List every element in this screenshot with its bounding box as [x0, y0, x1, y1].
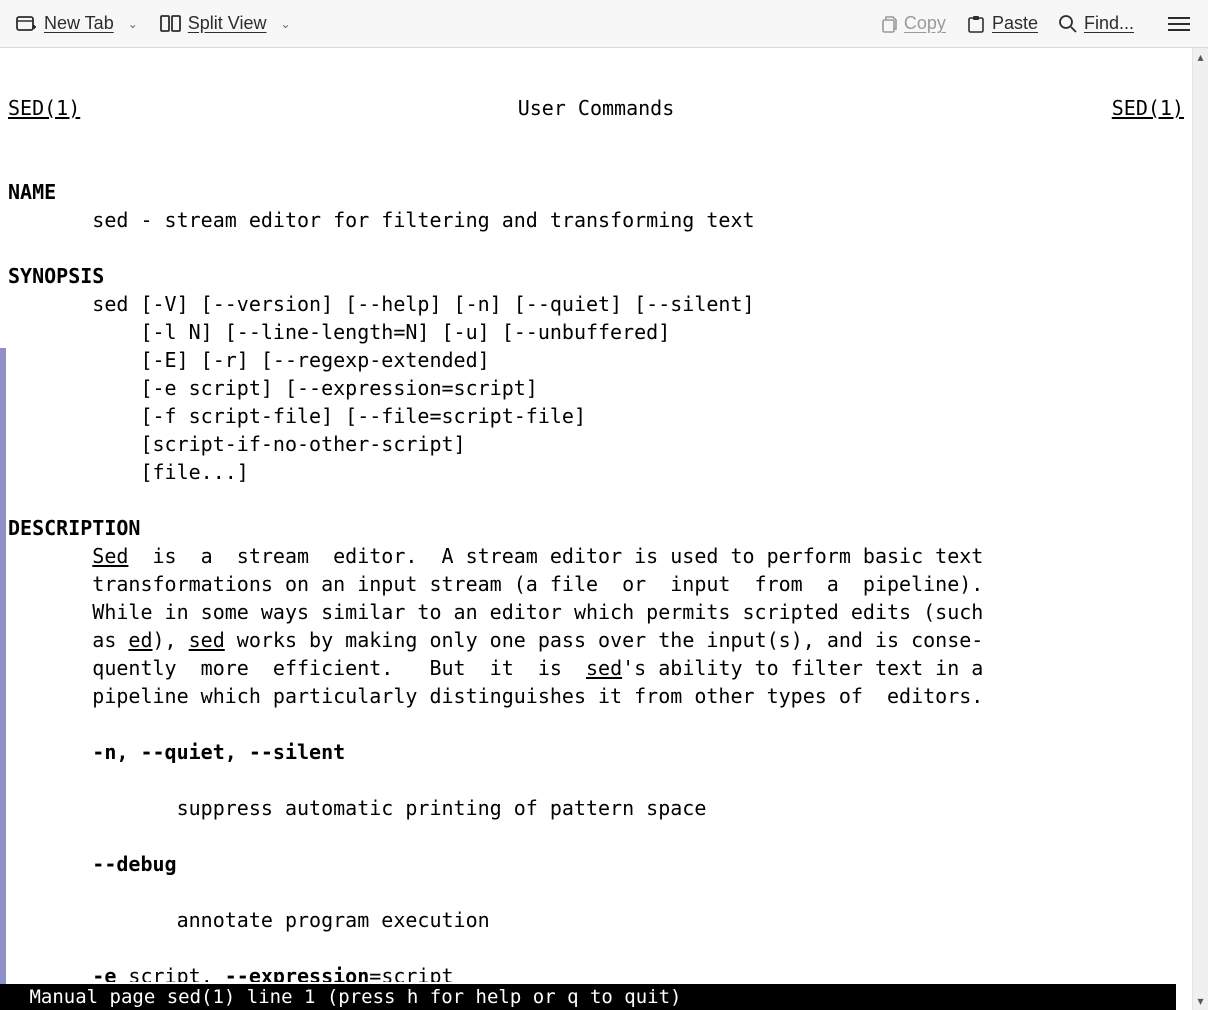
new-tab-icon	[16, 14, 38, 34]
option-flag: --debug	[92, 852, 176, 876]
desc-text: is a stream editor. A stream editor is u…	[128, 544, 983, 568]
desc-text: sed	[189, 628, 225, 652]
name-line: sed - stream editor for filtering and tr…	[92, 208, 754, 232]
option-flag: -n, --quiet, --silent	[92, 740, 345, 764]
desc-text: ),	[153, 628, 189, 652]
section-name: NAME	[8, 180, 56, 204]
paste-label: Paste	[992, 13, 1038, 34]
toolbar: New Tab ⌄ Split View ⌄ Copy Paste Find..…	[0, 0, 1208, 48]
pager-status: Manual page sed(1) line 1 (press h for h…	[0, 984, 1176, 1010]
paste-icon	[966, 14, 986, 34]
scrollbar[interactable]: ▴ ▾	[1192, 48, 1208, 1010]
desc-text: 's ability to filter text in a	[622, 656, 983, 680]
option-desc: suppress automatic printing of pattern s…	[177, 796, 707, 820]
hamburger-icon	[1168, 17, 1190, 19]
desc-text: Sed	[92, 544, 128, 568]
man-header-left: SED(1)	[8, 94, 80, 122]
synopsis-line: sed [-V] [--version] [--help] [-n] [--qu…	[92, 292, 754, 316]
copy-button[interactable]: Copy	[870, 9, 954, 38]
option-desc: annotate program execution	[177, 908, 490, 932]
copy-label: Copy	[904, 13, 946, 34]
man-header-right: SED(1)	[1112, 94, 1184, 122]
split-view-button[interactable]: Split View	[152, 9, 275, 38]
scroll-down-icon[interactable]: ▾	[1193, 992, 1208, 1010]
synopsis-line: [-e script] [--expression=script]	[92, 376, 538, 400]
synopsis-line: [file...]	[92, 460, 249, 484]
synopsis-line: [-E] [-r] [--regexp-extended]	[92, 348, 489, 372]
desc-text: ed	[128, 628, 152, 652]
new-tab-button[interactable]: New Tab	[8, 9, 122, 38]
split-view-label: Split View	[188, 13, 267, 34]
copy-icon	[878, 14, 898, 34]
desc-text: While in some ways similar to an editor …	[92, 600, 983, 624]
paste-button[interactable]: Paste	[958, 9, 1046, 38]
desc-text: transformations on an input stream (a fi…	[92, 572, 983, 596]
synopsis-line: [script-if-no-other-script]	[92, 432, 465, 456]
desc-text: quently more efficient. But it is	[92, 656, 586, 680]
desc-text: as	[92, 628, 128, 652]
new-tab-dropdown-icon[interactable]: ⌄	[128, 17, 138, 31]
man-page: SED(1)User CommandsSED(1) NAME sed - str…	[0, 48, 1192, 982]
synopsis-line: [-l N] [--line-length=N] [-u] [--unbuffe…	[92, 320, 670, 344]
split-view-icon	[160, 14, 182, 34]
search-icon	[1058, 14, 1078, 34]
scroll-up-icon[interactable]: ▴	[1193, 48, 1208, 66]
find-label: Find...	[1084, 13, 1134, 34]
new-tab-label: New Tab	[44, 13, 114, 34]
section-synopsis: SYNOPSIS	[8, 264, 104, 288]
terminal-content[interactable]: SED(1)User CommandsSED(1) NAME sed - str…	[0, 48, 1192, 1010]
option-text: script,	[116, 964, 224, 982]
split-view-dropdown-icon[interactable]: ⌄	[281, 17, 291, 31]
find-button[interactable]: Find...	[1050, 9, 1142, 38]
desc-text: works by making only one pass over the i…	[225, 628, 984, 652]
menu-button[interactable]	[1158, 11, 1200, 37]
man-header-center: User Commands	[80, 94, 1112, 122]
option-text: =	[369, 964, 381, 982]
option-arg: script	[381, 964, 453, 982]
option-flag: --expression	[225, 964, 370, 982]
main-area: SED(1)User CommandsSED(1) NAME sed - str…	[0, 48, 1208, 1010]
desc-text: sed	[586, 656, 622, 680]
synopsis-line: [-f script-file] [--file=script-file]	[92, 404, 586, 428]
desc-text: pipeline which particularly distinguishe…	[92, 684, 983, 708]
option-flag: -e	[92, 964, 116, 982]
section-description: DESCRIPTION	[8, 516, 140, 540]
